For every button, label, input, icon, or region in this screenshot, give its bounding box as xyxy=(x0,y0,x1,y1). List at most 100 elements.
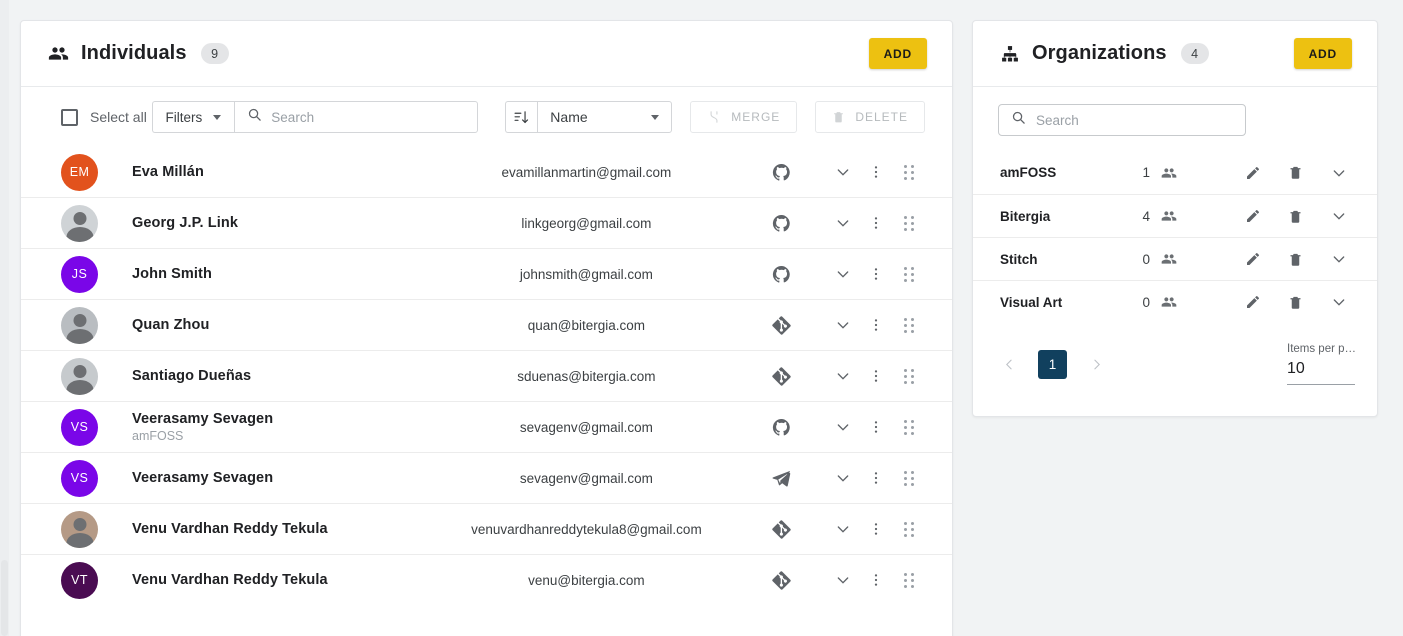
expand-row-icon[interactable] xyxy=(1322,200,1355,233)
individual-name: Veerasamy Sevagen xyxy=(132,411,274,427)
expand-row-icon[interactable] xyxy=(826,360,859,393)
individuals-count-badge: 9 xyxy=(200,43,229,64)
github-icon xyxy=(738,163,826,182)
drag-handle-icon[interactable] xyxy=(892,462,925,495)
drag-handle-icon[interactable] xyxy=(892,411,925,444)
expand-row-icon[interactable] xyxy=(826,309,859,342)
expand-row-icon[interactable] xyxy=(826,513,859,546)
organizations-header: Organizations 4 ADD xyxy=(973,21,1377,87)
row-menu-icon[interactable] xyxy=(859,156,892,189)
filters-button[interactable]: Filters xyxy=(151,101,235,133)
scrollbar-thumb[interactable] xyxy=(1,560,8,636)
expand-row-icon[interactable] xyxy=(826,258,859,291)
expand-row-icon[interactable] xyxy=(826,411,859,444)
individuals-search-box[interactable] xyxy=(234,101,479,133)
expand-row-icon[interactable] xyxy=(1322,286,1355,319)
filters-label: Filters xyxy=(165,109,203,125)
row-menu-icon[interactable] xyxy=(859,513,892,546)
organizations-search-input[interactable] xyxy=(1036,112,1233,128)
individuals-search-input[interactable] xyxy=(271,109,466,125)
individual-row-actions xyxy=(826,309,925,342)
drag-handle-icon[interactable] xyxy=(892,513,925,546)
row-menu-icon[interactable] xyxy=(859,207,892,240)
organization-member-count: 1 xyxy=(1142,165,1150,180)
individual-name: John Smith xyxy=(132,266,212,282)
row-menu-icon[interactable] xyxy=(859,360,892,393)
page-scrollbar[interactable] xyxy=(0,0,9,636)
sort-control: Name xyxy=(505,101,673,133)
drag-handle-icon[interactable] xyxy=(892,309,925,342)
drag-handle-icon[interactable] xyxy=(892,360,925,393)
edit-icon[interactable] xyxy=(1236,200,1269,233)
individual-row[interactable]: VS Veerasamy Sevagen amFOSS sevagenv@gmail.… xyxy=(21,401,952,452)
avatar: EM xyxy=(61,153,98,191)
avatar xyxy=(61,306,98,344)
row-menu-icon[interactable] xyxy=(859,411,892,444)
row-menu-icon[interactable] xyxy=(859,462,892,495)
organization-row-actions xyxy=(1236,156,1355,189)
next-page-icon[interactable] xyxy=(1082,350,1110,378)
items-per-page-control[interactable]: Items per p… 10 xyxy=(1287,343,1355,385)
individual-email: venuvardhanreddytekula8@gmail.com xyxy=(471,521,702,537)
add-individual-button[interactable]: ADD xyxy=(868,38,927,69)
individual-row[interactable]: Venu Vardhan Reddy Tekula venuvardhanredd… xyxy=(21,503,952,554)
delete-icon[interactable] xyxy=(1279,200,1312,233)
organization-row[interactable]: Stitch 0 xyxy=(973,237,1377,280)
expand-row-icon[interactable] xyxy=(826,156,859,189)
drag-handle-icon[interactable] xyxy=(892,207,925,240)
individual-row-actions xyxy=(826,462,925,495)
delete-icon[interactable] xyxy=(1279,243,1312,276)
edit-icon[interactable] xyxy=(1236,243,1269,276)
expand-row-icon[interactable] xyxy=(1322,156,1355,189)
git-icon xyxy=(738,519,826,539)
sort-direction-icon[interactable] xyxy=(505,101,538,133)
individual-name-cell: Venu Vardhan Reddy Tekula xyxy=(132,521,435,537)
individual-row[interactable]: Georg J.P. Link linkgeorg@gmail.com xyxy=(21,197,952,248)
individual-name-cell: Santiago Dueñas xyxy=(132,368,435,384)
organization-row[interactable]: amFOSS 1 xyxy=(973,151,1377,194)
individual-email: johnsmith@gmail.com xyxy=(519,266,653,282)
individual-row[interactable]: VT Venu Vardhan Reddy Tekula venu@bitergia… xyxy=(21,554,952,605)
individual-name: Venu Vardhan Reddy Tekula xyxy=(132,521,328,537)
previous-page-icon[interactable] xyxy=(995,350,1023,378)
individuals-panel: Individuals 9 ADD Select all Filters Sea… xyxy=(20,20,953,636)
sort-field-select[interactable]: Name xyxy=(537,101,673,133)
drag-handle-icon[interactable] xyxy=(892,564,925,597)
organization-row[interactable]: Visual Art 0 xyxy=(973,280,1377,323)
row-menu-icon[interactable] xyxy=(859,258,892,291)
individual-name: Santiago Dueñas xyxy=(132,368,252,384)
expand-row-icon[interactable] xyxy=(826,207,859,240)
organization-member-count: 0 xyxy=(1142,251,1150,267)
individual-row[interactable]: Quan Zhou quan@bitergia.com xyxy=(21,299,952,350)
edit-icon[interactable] xyxy=(1236,286,1269,319)
organizations-search-box[interactable] xyxy=(998,104,1246,136)
chevron-down-icon xyxy=(651,114,660,120)
select-all-checkbox[interactable] xyxy=(61,108,78,126)
individual-row[interactable]: VS Veerasamy Sevagen sevagenv@gmail.com xyxy=(21,452,952,503)
expand-row-icon[interactable] xyxy=(826,564,859,597)
individuals-title: Individuals xyxy=(81,42,187,64)
drag-handle-icon[interactable] xyxy=(892,258,925,291)
individual-email: linkgeorg@gmail.com xyxy=(521,215,652,231)
expand-row-icon[interactable] xyxy=(826,462,859,495)
delete-icon[interactable] xyxy=(1279,286,1312,319)
items-per-page-value[interactable]: 10 xyxy=(1287,355,1355,385)
individual-row[interactable]: Santiago Dueñas sduenas@bitergia.com xyxy=(21,350,952,401)
page-1-button[interactable]: 1 xyxy=(1038,349,1067,379)
individual-row[interactable]: JS John Smith johnsmith@gmail.com xyxy=(21,248,952,299)
drag-handle-icon[interactable] xyxy=(892,156,925,189)
individual-row[interactable]: EM Eva Millán evamillanmartin@gmail.com xyxy=(21,147,952,197)
edit-icon[interactable] xyxy=(1236,156,1269,189)
search-icon xyxy=(1011,110,1026,130)
individual-row-actions xyxy=(826,513,925,546)
git-icon xyxy=(738,315,826,335)
expand-row-icon[interactable] xyxy=(1322,243,1355,276)
row-menu-icon[interactable] xyxy=(859,564,892,597)
delete-button[interactable]: DELETE xyxy=(815,101,925,133)
row-menu-icon[interactable] xyxy=(859,309,892,342)
merge-button[interactable]: MERGE xyxy=(690,101,798,133)
select-all-control[interactable]: Select all xyxy=(61,108,152,126)
delete-icon[interactable] xyxy=(1279,156,1312,189)
organization-row[interactable]: Bitergia 4 xyxy=(973,194,1377,237)
add-organization-button[interactable]: ADD xyxy=(1293,38,1352,69)
